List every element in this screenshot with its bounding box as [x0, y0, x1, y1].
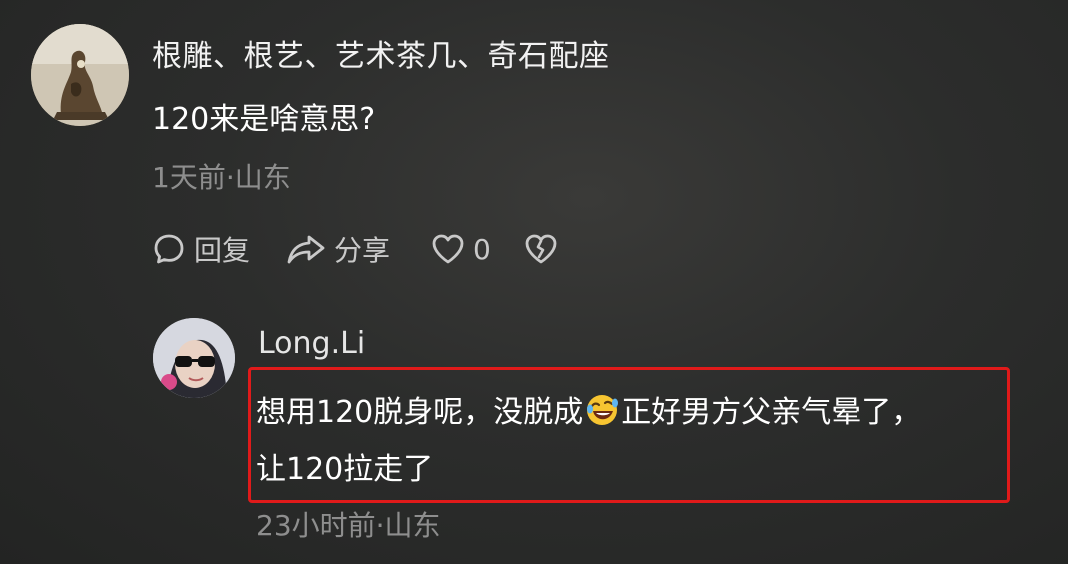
root-carving-avatar-image [31, 24, 129, 126]
share-button[interactable]: 分享 [286, 229, 431, 269]
rolling-on-floor-laughing-emoji-icon [585, 393, 619, 435]
comment-text: 120来是啥意思? [152, 102, 376, 137]
heart-icon [432, 234, 464, 264]
like-button[interactable]: 0 [431, 233, 524, 266]
commenter-username[interactable]: 根雕、根艺、艺术茶几、奇石配座 [152, 31, 610, 75]
comment-actions: 回复 分享 0 [152, 227, 558, 271]
replier-username[interactable]: Long.Li [258, 326, 365, 361]
reply-meta: 23小时前·山东 [256, 509, 441, 542]
share-arrow-icon [287, 235, 325, 264]
sunglasses-portrait-avatar-image [153, 318, 235, 398]
replier-avatar[interactable] [153, 318, 235, 398]
share-label: 分享 [334, 234, 391, 267]
commenter-avatar[interactable] [31, 24, 129, 126]
reply-text-before-emoji: 想用120脱身呢，没脱成 [256, 395, 584, 430]
dislike-button[interactable] [524, 233, 558, 265]
comment-bubble-icon [154, 234, 184, 264]
reply-label: 回复 [194, 234, 251, 267]
broken-heart-icon [525, 234, 557, 264]
reply-button[interactable]: 回复 [152, 229, 286, 269]
reply-text-line-2: 让120拉走了 [256, 452, 434, 487]
reply-text-after-emoji: 正好男方父亲气晕了， [621, 395, 922, 430]
like-count: 0 [473, 232, 491, 266]
comment-meta: 1天前·山东 [152, 161, 291, 194]
reply-text-line-1: 想用120脱身呢，没脱成 正好男方父亲气晕了， [256, 387, 921, 435]
